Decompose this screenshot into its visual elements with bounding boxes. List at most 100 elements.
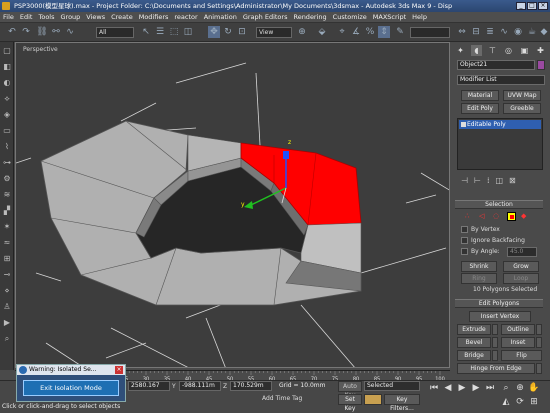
rigid-body-icon[interactable]: ▢ [2, 46, 12, 56]
named-selection-dropdown[interactable] [410, 27, 450, 38]
align-icon[interactable]: ⊟ [470, 26, 482, 38]
ring-button[interactable]: Ring [461, 273, 497, 284]
menu-help[interactable]: Help [409, 12, 430, 23]
border-level-icon[interactable]: ◌ [493, 212, 499, 220]
minimize-button[interactable]: _ [516, 2, 526, 10]
rope-icon[interactable]: ⟡ [2, 94, 12, 104]
menu-maxscript[interactable]: MAXScript [370, 12, 409, 23]
reference-coordinate-dropdown[interactable]: View [256, 27, 292, 38]
pan-icon[interactable]: ✋ [528, 382, 540, 394]
object-name-field[interactable]: Object21 [457, 60, 535, 70]
menu-reactor[interactable]: reactor [171, 12, 200, 23]
maximize-button[interactable]: □ [527, 2, 537, 10]
plane-icon[interactable]: ▭ [2, 126, 12, 136]
region-select-icon[interactable]: ⬚ [168, 26, 180, 38]
hinge-from-edge-button[interactable]: Hinge From Edge [457, 363, 535, 374]
material-editor-icon[interactable]: ◉ [512, 26, 524, 38]
water-icon[interactable]: ≈ [2, 238, 12, 248]
undo-icon[interactable]: ↶ [6, 26, 18, 38]
ignore-backfacing-checkbox[interactable] [461, 237, 468, 244]
inset-settings-button[interactable] [536, 337, 542, 348]
pivot-center-icon[interactable]: ⊕ [296, 26, 308, 38]
prev-frame-icon[interactable]: ◀ [442, 382, 454, 394]
by-vertex-checkbox[interactable] [461, 226, 468, 233]
stack-item-editable-poly[interactable]: Editable Poly [459, 120, 541, 129]
menu-animation[interactable]: Animation [201, 12, 240, 23]
soft-body-icon[interactable]: ◐ [2, 78, 12, 88]
zoom-icon[interactable]: ⌕ [500, 382, 512, 394]
quick-render-icon[interactable]: ◆ [538, 26, 550, 38]
redo-icon[interactable]: ↷ [20, 26, 32, 38]
menu-customize[interactable]: Customize [330, 12, 370, 23]
add-time-tag-button[interactable]: Add Time Tag [262, 395, 302, 402]
toy-car-icon[interactable]: ▞ [2, 206, 12, 216]
vertex-level-icon[interactable]: ∴ [465, 212, 469, 220]
outline-button[interactable]: Outline [501, 324, 535, 335]
select-by-name-icon[interactable]: ☰ [154, 26, 166, 38]
curve-editor-icon[interactable]: ∿ [498, 26, 510, 38]
extrude-button[interactable]: Extrude [457, 324, 491, 335]
key-filters-button[interactable]: Key Filters... [384, 394, 420, 412]
hierarchy-tab-icon[interactable]: ⊤ [487, 45, 498, 56]
percent-snap-icon[interactable]: % [364, 26, 376, 38]
select-manipulate-icon[interactable]: ⬙ [316, 26, 328, 38]
analyze-icon[interactable]: ⌕ [2, 334, 12, 344]
z-coordinate-field[interactable]: 170.529m [230, 381, 272, 391]
perspective-viewport[interactable]: Perspective z y [15, 42, 450, 368]
uvw-map-button[interactable]: UVW Map [503, 90, 541, 101]
menu-rendering[interactable]: Rendering [290, 12, 329, 23]
named-selection-icon[interactable]: ✎ [394, 26, 406, 38]
point-to-point-icon[interactable]: ⋄ [2, 286, 12, 296]
display-tab-icon[interactable]: ▣ [519, 45, 530, 56]
menu-tools[interactable]: Tools [35, 12, 57, 23]
menu-file[interactable]: File [0, 12, 17, 23]
constraint-solver-icon[interactable]: ⊞ [2, 254, 12, 264]
grow-button[interactable]: Grow [503, 261, 539, 272]
deforming-mesh-icon[interactable]: ◈ [2, 110, 12, 120]
zoom-all-icon[interactable]: ⊕ [514, 382, 526, 394]
modifier-list-dropdown[interactable]: Modifier List [457, 75, 545, 85]
window-crossing-icon[interactable]: ◫ [182, 26, 194, 38]
angle-snap-icon[interactable]: ∡ [350, 26, 362, 38]
snaps-toggle-icon[interactable]: ⌖ [336, 26, 348, 38]
bevel-button[interactable]: Bevel [457, 337, 491, 348]
goto-end-icon[interactable]: ⏭ [484, 382, 496, 394]
unlink-icon[interactable]: ⚯ [50, 26, 62, 38]
extrude-settings-button[interactable] [492, 324, 498, 335]
object-color-swatch[interactable] [537, 60, 545, 70]
arc-rotate-icon[interactable]: ⟳ [514, 396, 526, 408]
dashpot-icon[interactable]: ⊶ [2, 158, 12, 168]
bind-space-warp-icon[interactable]: ∿ [64, 26, 76, 38]
polygon-level-icon[interactable] [507, 212, 516, 221]
set-key-icon[interactable] [364, 394, 382, 405]
bridge-button[interactable]: Bridge [457, 350, 491, 361]
selection-rollout-header[interactable]: Selection [455, 200, 543, 209]
utilities-tab-icon[interactable]: ✚ [535, 45, 546, 56]
outline-settings-button[interactable] [536, 324, 542, 335]
preview-icon[interactable]: ▶ [2, 318, 12, 328]
element-level-icon[interactable]: ◆ [521, 212, 526, 220]
select-object-icon[interactable]: ↖ [140, 26, 152, 38]
edit-poly-button[interactable]: Edit Poly [461, 103, 499, 114]
goto-start-icon[interactable]: ⏮ [428, 382, 440, 394]
wind-icon[interactable]: ≋ [2, 190, 12, 200]
mirror-icon[interactable]: ⇔ [456, 26, 468, 38]
material-button[interactable]: Material [461, 90, 499, 101]
ragdoll-icon[interactable]: ♙ [2, 302, 12, 312]
menu-views[interactable]: Views [83, 12, 108, 23]
set-key-button[interactable]: Set Key [338, 394, 362, 412]
y-coordinate-field[interactable]: -988.111m [179, 381, 221, 391]
x-coordinate-field[interactable]: 2580.167 [128, 381, 170, 391]
spinner-snap-icon[interactable]: ⇕ [378, 26, 390, 38]
maximize-viewport-icon[interactable]: ⊞ [528, 396, 540, 408]
menu-modifiers[interactable]: Modifiers [136, 12, 172, 23]
select-move-icon[interactable]: ✥ [208, 26, 220, 38]
motor-icon[interactable]: ⚙ [2, 174, 12, 184]
loop-button[interactable]: Loop [503, 273, 539, 284]
edge-level-icon[interactable]: ◁ [479, 212, 484, 220]
shrink-button[interactable]: Shrink [461, 261, 497, 272]
fracture-icon[interactable]: ✶ [2, 222, 12, 232]
play-icon[interactable]: ▶ [456, 382, 468, 394]
bridge-settings-button[interactable] [492, 350, 498, 361]
by-angle-spinner[interactable]: 45.0 [507, 247, 537, 257]
